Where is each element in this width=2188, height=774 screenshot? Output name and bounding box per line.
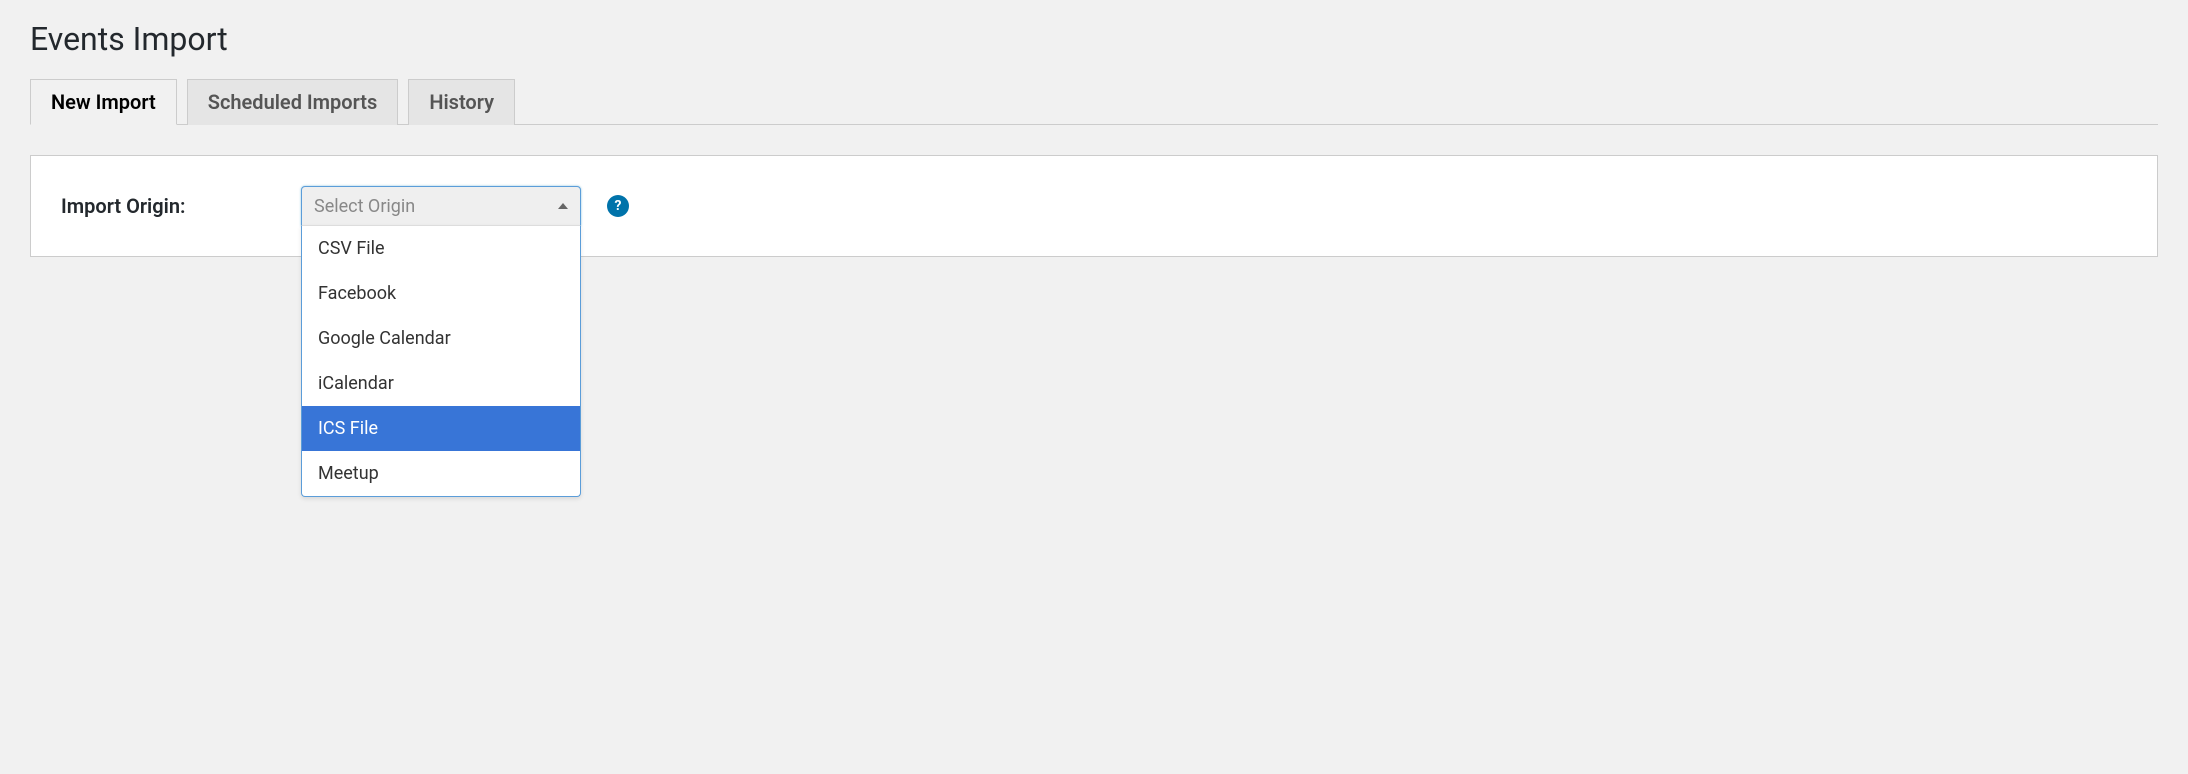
import-origin-select[interactable]: Select Origin CSV File Facebook Google C… xyxy=(301,186,581,226)
select-display[interactable]: Select Origin xyxy=(301,186,581,226)
select-option-meetup[interactable]: Meetup xyxy=(302,451,580,496)
tab-new-import[interactable]: New Import xyxy=(30,79,177,125)
select-option-google-calendar[interactable]: Google Calendar xyxy=(302,316,580,361)
select-option-ics-file[interactable]: ICS File xyxy=(302,406,580,451)
select-dropdown: CSV File Facebook Google Calendar iCalen… xyxy=(301,225,581,497)
help-icon[interactable]: ? xyxy=(607,195,629,217)
tab-scheduled-imports[interactable]: Scheduled Imports xyxy=(187,79,399,125)
select-option-facebook[interactable]: Facebook xyxy=(302,271,580,316)
select-option-icalendar[interactable]: iCalendar xyxy=(302,361,580,406)
tabs-nav: New Import Scheduled Imports History xyxy=(30,78,2158,125)
import-origin-row: Import Origin: Select Origin CSV File Fa… xyxy=(61,186,2127,226)
tab-history[interactable]: History xyxy=(408,79,515,125)
chevron-up-icon xyxy=(558,203,568,209)
import-panel: Import Origin: Select Origin CSV File Fa… xyxy=(30,155,2158,257)
select-placeholder: Select Origin xyxy=(314,196,415,217)
page-title: Events Import xyxy=(30,20,2158,58)
import-origin-label: Import Origin: xyxy=(61,194,281,218)
select-option-csv-file[interactable]: CSV File xyxy=(302,226,580,271)
